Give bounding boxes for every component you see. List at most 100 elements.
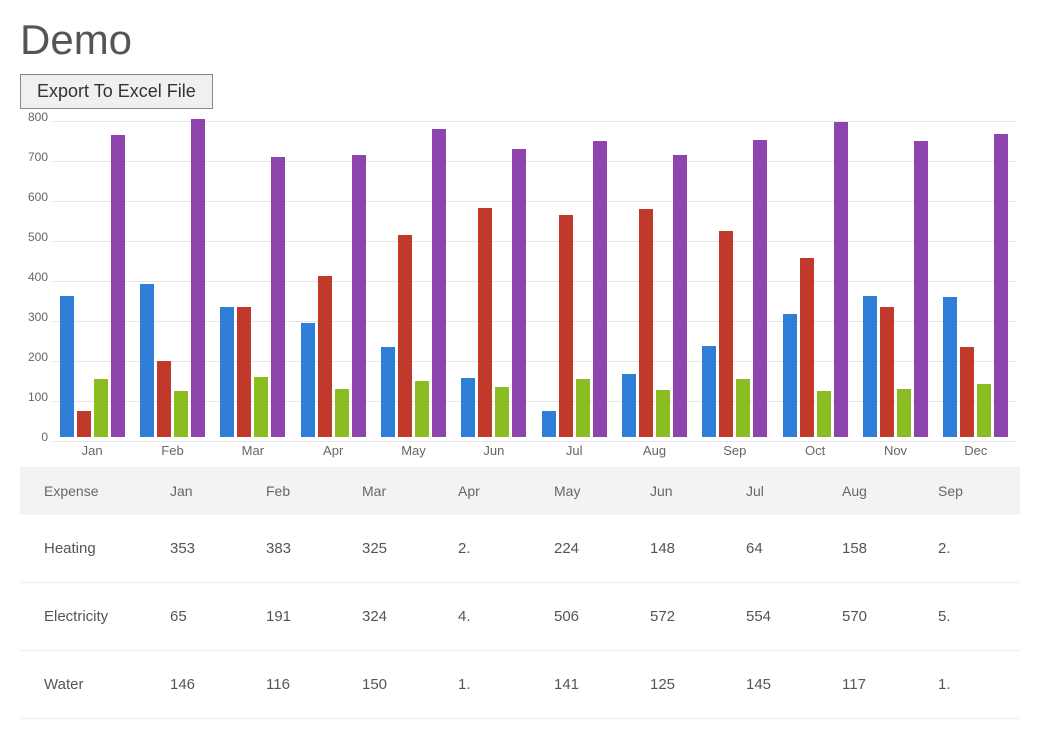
y-tick-label: 600 <box>20 190 48 204</box>
x-tick-label: Aug <box>643 443 666 458</box>
bar-series4-sep <box>753 140 767 437</box>
cell: 353 <box>160 524 256 573</box>
bar-heating-apr <box>301 323 315 437</box>
bar-heating-jul <box>542 411 556 437</box>
x-tick-label: Dec <box>964 443 987 458</box>
cell: 383 <box>256 524 352 573</box>
bar-heating-mar <box>220 307 234 437</box>
table-row: Heating3533833252.224148641582. <box>20 515 1020 583</box>
bar-water-jan <box>94 379 108 437</box>
bar-water-nov <box>897 389 911 437</box>
table-header-sep[interactable]: Sep <box>928 467 1024 515</box>
bar-water-feb <box>174 391 188 437</box>
cell: 2. <box>928 524 1024 573</box>
y-tick-label: 200 <box>20 350 48 364</box>
x-tick-label: Oct <box>805 443 825 458</box>
bar-heating-may <box>381 347 395 437</box>
table-row: Electricity651913244.5065725545705. <box>20 583 1020 651</box>
cell: 224 <box>544 524 640 573</box>
bar-electricity-feb <box>157 361 171 437</box>
bar-heating-dec <box>943 297 957 437</box>
cell: 146 <box>160 660 256 709</box>
bar-water-sep <box>736 379 750 437</box>
cell: 158 <box>832 524 928 573</box>
x-tick-label: Feb <box>161 443 183 458</box>
bar-series4-jun <box>512 149 526 437</box>
cell: 125 <box>640 660 736 709</box>
table-header-mar[interactable]: Mar <box>352 467 448 515</box>
x-tick-label: May <box>401 443 426 458</box>
bar-electricity-may <box>398 235 412 437</box>
bar-heating-oct <box>783 314 797 437</box>
page-title: Demo <box>20 16 1020 64</box>
cell: 150 <box>352 660 448 709</box>
bar-water-oct <box>817 391 831 437</box>
cell: 64 <box>736 524 832 573</box>
bar-series4-oct <box>834 122 848 437</box>
bar-electricity-nov <box>880 307 894 437</box>
table-header-aug[interactable]: Aug <box>832 467 928 515</box>
table-header-jun[interactable]: Jun <box>640 467 736 515</box>
bar-electricity-dec <box>960 347 974 437</box>
cell: 148 <box>640 524 736 573</box>
cell: 4. <box>448 592 544 641</box>
cell: 554 <box>736 592 832 641</box>
bar-water-jun <box>495 387 509 437</box>
x-tick-label: Nov <box>884 443 907 458</box>
bar-water-apr <box>335 389 349 437</box>
cell: 5. <box>928 592 1024 641</box>
cell: 324 <box>352 592 448 641</box>
bar-series4-may <box>432 129 446 437</box>
bar-series4-dec <box>994 134 1008 437</box>
table-header-feb[interactable]: Feb <box>256 467 352 515</box>
table-header-expense: Expense <box>20 467 160 515</box>
x-tick-label: Jun <box>483 443 504 458</box>
table-header: ExpenseJanFebMarAprMayJunJulAugSep <box>20 467 1020 515</box>
cell: 145 <box>736 660 832 709</box>
cell: 1. <box>928 660 1024 709</box>
bar-water-may <box>415 381 429 437</box>
bar-water-mar <box>254 377 268 437</box>
bar-heating-sep <box>702 346 716 437</box>
cell: 116 <box>256 660 352 709</box>
bar-heating-aug <box>622 374 636 437</box>
bar-series4-nov <box>914 141 928 437</box>
cell: 570 <box>832 592 928 641</box>
y-tick-label: 500 <box>20 230 48 244</box>
table-row: Water1461161501.1411251451171. <box>20 651 1020 719</box>
bar-heating-feb <box>140 284 154 437</box>
table-header-apr[interactable]: Apr <box>448 467 544 515</box>
cell: 2. <box>448 524 544 573</box>
bar-series4-mar <box>271 157 285 437</box>
table-header-may[interactable]: May <box>544 467 640 515</box>
bar-heating-nov <box>863 296 877 437</box>
x-tick-label: Mar <box>242 443 264 458</box>
bar-water-jul <box>576 379 590 437</box>
y-tick-label: 300 <box>20 310 48 324</box>
bar-chart: 0100200300400500600700800 JanFebMarAprMa… <box>20 113 1020 461</box>
cell: 141 <box>544 660 640 709</box>
bar-electricity-sep <box>719 231 733 437</box>
cell: 325 <box>352 524 448 573</box>
x-tick-label: Sep <box>723 443 746 458</box>
y-tick-label: 100 <box>20 390 48 404</box>
bar-series4-aug <box>673 155 687 437</box>
row-label: Electricity <box>20 592 160 641</box>
cell: 572 <box>640 592 736 641</box>
cell: 65 <box>160 592 256 641</box>
table-header-jul[interactable]: Jul <box>736 467 832 515</box>
cell: 191 <box>256 592 352 641</box>
cell: 1. <box>448 660 544 709</box>
bar-electricity-jun <box>478 208 492 437</box>
bar-electricity-jul <box>559 215 573 437</box>
table-header-jan[interactable]: Jan <box>160 467 256 515</box>
cell: 506 <box>544 592 640 641</box>
bar-water-aug <box>656 390 670 437</box>
x-tick-label: Jan <box>82 443 103 458</box>
cell: 117 <box>832 660 928 709</box>
bar-heating-jan <box>60 296 74 437</box>
x-tick-label: Jul <box>566 443 583 458</box>
export-button[interactable]: Export To Excel File <box>20 74 213 109</box>
bar-series4-jan <box>111 135 125 437</box>
bar-electricity-aug <box>639 209 653 437</box>
